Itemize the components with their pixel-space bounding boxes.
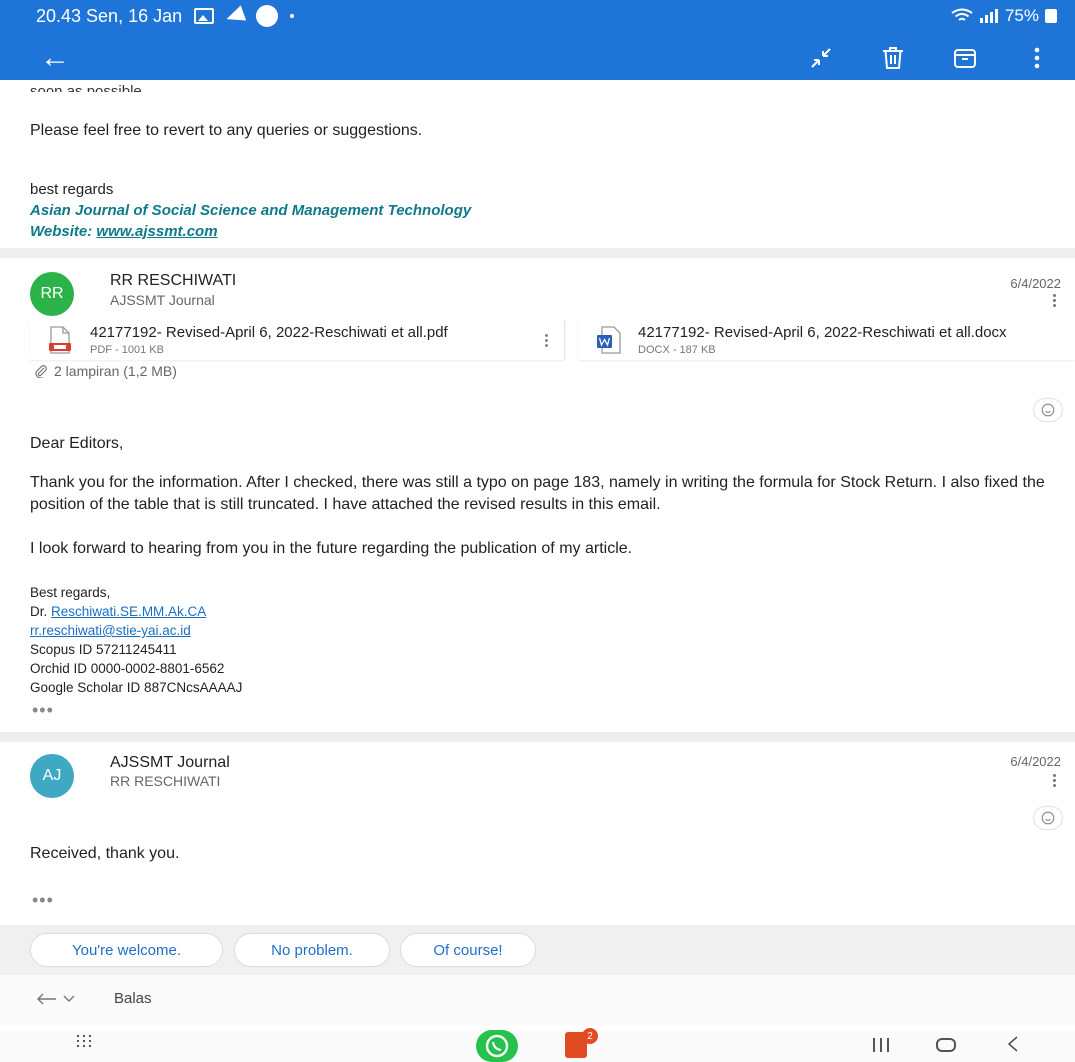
action-bar: ← [0,38,1075,78]
smart-reply-chip[interactable]: Of course! [400,933,536,967]
more-options-icon[interactable] [1023,44,1051,72]
signature-scholar: Google Scholar ID 887CNcsAAAAJ [30,680,243,695]
show-quoted-text[interactable]: ••• [32,890,54,911]
attachment-count-label: 2 lampiran (1,2 MB) [54,363,177,379]
message-paragraph: I look forward to hearing from you in th… [30,540,633,557]
attachment-count: 2 lampiran (1,2 MB) [34,363,177,379]
message-greeting: Dear Editors, [30,435,124,452]
signature-orchid: Orchid ID 0000-0002-8801-6562 [30,661,225,676]
smart-reply-bar: You're welcome. No problem. Of course! [0,925,1075,975]
delete-icon[interactable] [879,44,907,72]
website-link[interactable]: www.ajssmt.com [96,223,217,240]
recipient-name: RR RESCHIWATI [110,773,221,789]
message-divider [0,732,1075,742]
attachment-pdf[interactable]: 42177192- Revised-April 6, 2022-Reschiwa… [30,320,565,360]
attachment-docx[interactable]: 42177192- Revised-April 6, 2022-Reschiwa… [578,320,1075,360]
message-more-icon[interactable] [1053,772,1057,789]
top-bar: 20.43 Sen, 16 Jan 75% ← [0,0,1075,80]
sender-name: AJSSMT Journal [110,754,230,771]
smart-reply-chip[interactable]: No problem. [234,933,390,967]
signature-email-link[interactable]: rr.reschiwati@stie-yai.ac.id [30,623,191,638]
more-notifications-icon [290,14,295,18]
system-nav-bar: 2 [0,1028,1075,1062]
avatar: AJ [30,754,74,798]
word-file-icon [597,326,621,354]
gallery-notification-icon [194,8,215,24]
home-icon[interactable] [936,1038,956,1052]
reply-bar[interactable]: Balas [0,975,1075,1025]
signature-closing: Best regards, [30,585,111,600]
smiley-icon [1041,811,1055,825]
prev-message-signature: best regards Asian Journal of Social Sci… [30,179,471,242]
whatsapp-icon[interactable] [476,1030,518,1062]
status-bar: 20.43 Sen, 16 Jan 75% [0,0,1075,32]
prev-closing: best regards [30,181,114,198]
website-label: Website: [30,223,93,240]
notification-badge: 2 [582,1028,598,1044]
signature-name-line: Dr. Reschiwati.SE.MM.Ak.CA [30,602,242,621]
chevron-down-icon[interactable] [62,994,76,1004]
telegram-notification-icon [223,5,247,27]
reply-label[interactable]: Balas [114,990,152,1007]
signature-name-link[interactable]: Reschiwati.SE.MM.Ak.CA [51,604,206,619]
smiley-icon [1041,403,1055,417]
archive-icon[interactable] [951,44,979,72]
attachment-size: DOCX - 187 KB [638,344,716,356]
wifi-icon [951,8,973,21]
attachment-more-icon[interactable] [545,332,548,349]
smart-reply-chip[interactable]: You're welcome. [30,933,223,967]
message-signature: Best regards, Dr. Reschiwati.SE.MM.Ak.CA… [30,583,242,697]
status-time-date: 20.43 Sen, 16 Jan [36,5,183,26]
prev-message-body: Please feel free to revert to any querie… [30,122,423,139]
avatar: RR [30,272,74,316]
recipient-name: AJSSMT Journal [110,292,215,308]
message-header[interactable]: AJ AJSSMT Journal RR RESCHIWATI 6/4/2022 [0,750,1075,800]
message-divider [0,248,1075,258]
message-date: 6/4/2022 [1010,754,1061,769]
battery-icon [1045,9,1057,23]
message-more-icon[interactable] [1053,292,1057,309]
app-drawer-icon[interactable] [76,1034,92,1048]
attachment-name: 42177192- Revised-April 6, 2022-Reschiwa… [90,324,448,341]
reaction-button[interactable] [1033,806,1063,830]
message-header[interactable]: RR RR RESCHIWATI AJSSMT Journal 6/4/2022 [0,268,1075,318]
system-back-icon[interactable] [1006,1034,1020,1054]
recent-apps-icon[interactable] [873,1038,889,1052]
reply-icon[interactable] [36,993,58,1005]
paperclip-icon [35,365,47,378]
app-notification-icon [256,5,279,27]
back-arrow-icon[interactable]: ← [40,43,70,73]
pdf-file-icon [49,326,71,354]
message-body: Received, thank you. [30,845,180,862]
attachment-size: PDF - 1001 KB [90,344,164,356]
battery-percentage: 75% [1004,6,1039,25]
message-date: 6/4/2022 [1010,276,1061,291]
reaction-button[interactable] [1033,398,1063,422]
truncated-text: soon as possible. [30,84,146,92]
attachment-name: 42177192- Revised-April 6, 2022-Reschiwa… [638,324,1007,341]
signature-scopus: Scopus ID 57211245411 [30,642,177,657]
message-paragraph: Thank you for the information. After I c… [30,474,1045,513]
collapse-thread-icon[interactable] [807,44,835,72]
show-quoted-text[interactable]: ••• [32,700,54,721]
signal-icon [979,9,998,23]
sender-name: RR RESCHIWATI [110,272,237,289]
signature-title: Dr. [30,604,48,619]
journal-name: Asian Journal of Social Science and Mana… [30,202,472,219]
website-line: Website: www.ajssmt.com [30,221,471,242]
